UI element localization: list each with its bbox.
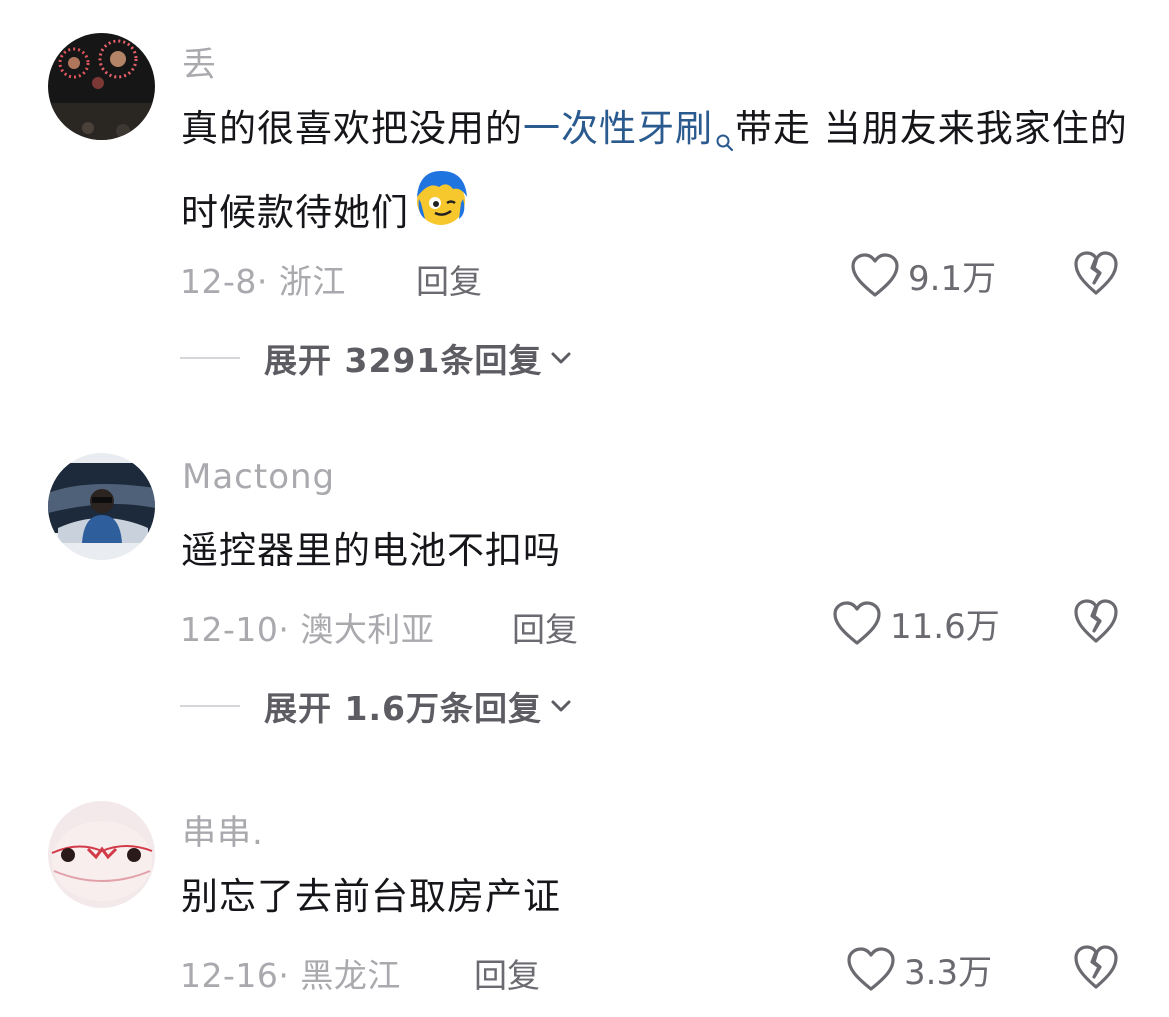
heart-icon <box>851 252 899 297</box>
heart-icon <box>833 600 881 645</box>
like-button[interactable]: 11.6万 <box>832 599 1000 648</box>
broken-heart-icon <box>1074 599 1118 643</box>
avatar[interactable] <box>48 801 155 908</box>
broken-heart-icon <box>1074 251 1118 295</box>
dislike-button[interactable] <box>1073 251 1119 301</box>
username[interactable]: Mactong <box>182 457 335 497</box>
person-avatar-icon <box>48 453 155 560</box>
comment-text: 真的很喜欢把没用的一次性牙刷 带走 当朋友来我家住的时候款待她们 <box>181 93 1141 251</box>
winking-face-emoji-icon <box>411 167 471 251</box>
reply-button[interactable]: 回复 <box>416 255 482 303</box>
comment-text-part: 真的很喜欢把没用的 <box>181 107 523 150</box>
comment-date: 12-8 <box>180 262 257 301</box>
username[interactable]: 丢 <box>182 37 217 86</box>
plush-toy-avatar-icon <box>48 801 155 908</box>
comment-meta: 12-10· 澳大利亚 <box>180 610 435 649</box>
comment-meta: 12-16· 黑龙江 <box>180 956 401 995</box>
comment-location: 黑龙江 <box>300 956 401 995</box>
comment-location: 澳大利亚 <box>300 610 435 649</box>
reply-button[interactable]: 回复 <box>512 603 578 651</box>
username[interactable]: 串串. <box>182 805 264 854</box>
search-link[interactable]: 一次性牙刷 <box>523 107 713 150</box>
comment-text: 别忘了去前台取房产证 <box>181 875 561 918</box>
comment-text: 遥控器里的电池不扣吗 <box>181 529 561 572</box>
expand-replies-label: 展开 1.6万条回复 <box>264 689 542 728</box>
like-count: 11.6万 <box>890 607 1000 647</box>
broken-heart-icon <box>1074 945 1118 989</box>
reply-button[interactable]: 回复 <box>474 949 540 997</box>
search-icon[interactable] <box>715 105 735 177</box>
like-count: 9.1万 <box>908 259 997 299</box>
comment-location: 浙江 <box>278 262 346 301</box>
heart-icon <box>847 946 895 991</box>
avatar[interactable] <box>48 453 155 560</box>
divider <box>180 357 240 359</box>
comment-meta: 12-8· 浙江 <box>180 262 346 301</box>
expand-replies-label: 展开 3291条回复 <box>264 341 543 380</box>
comment-date: 12-16 <box>180 956 279 995</box>
chevron-down-icon <box>551 352 571 364</box>
fireworks-avatar-icon <box>48 33 155 140</box>
dislike-button[interactable] <box>1073 945 1119 995</box>
expand-replies-button[interactable]: 展开 3291条回复 <box>180 334 572 382</box>
chevron-down-icon <box>551 700 571 712</box>
expand-replies-button[interactable]: 展开 1.6万条回复 <box>180 682 572 730</box>
like-count: 3.3万 <box>904 953 993 993</box>
dislike-button[interactable] <box>1073 599 1119 649</box>
avatar[interactable] <box>48 33 155 140</box>
like-button[interactable]: 9.1万 <box>850 251 996 300</box>
divider <box>180 705 240 707</box>
like-button[interactable]: 3.3万 <box>846 945 992 994</box>
comment-date: 12-10 <box>180 610 279 649</box>
